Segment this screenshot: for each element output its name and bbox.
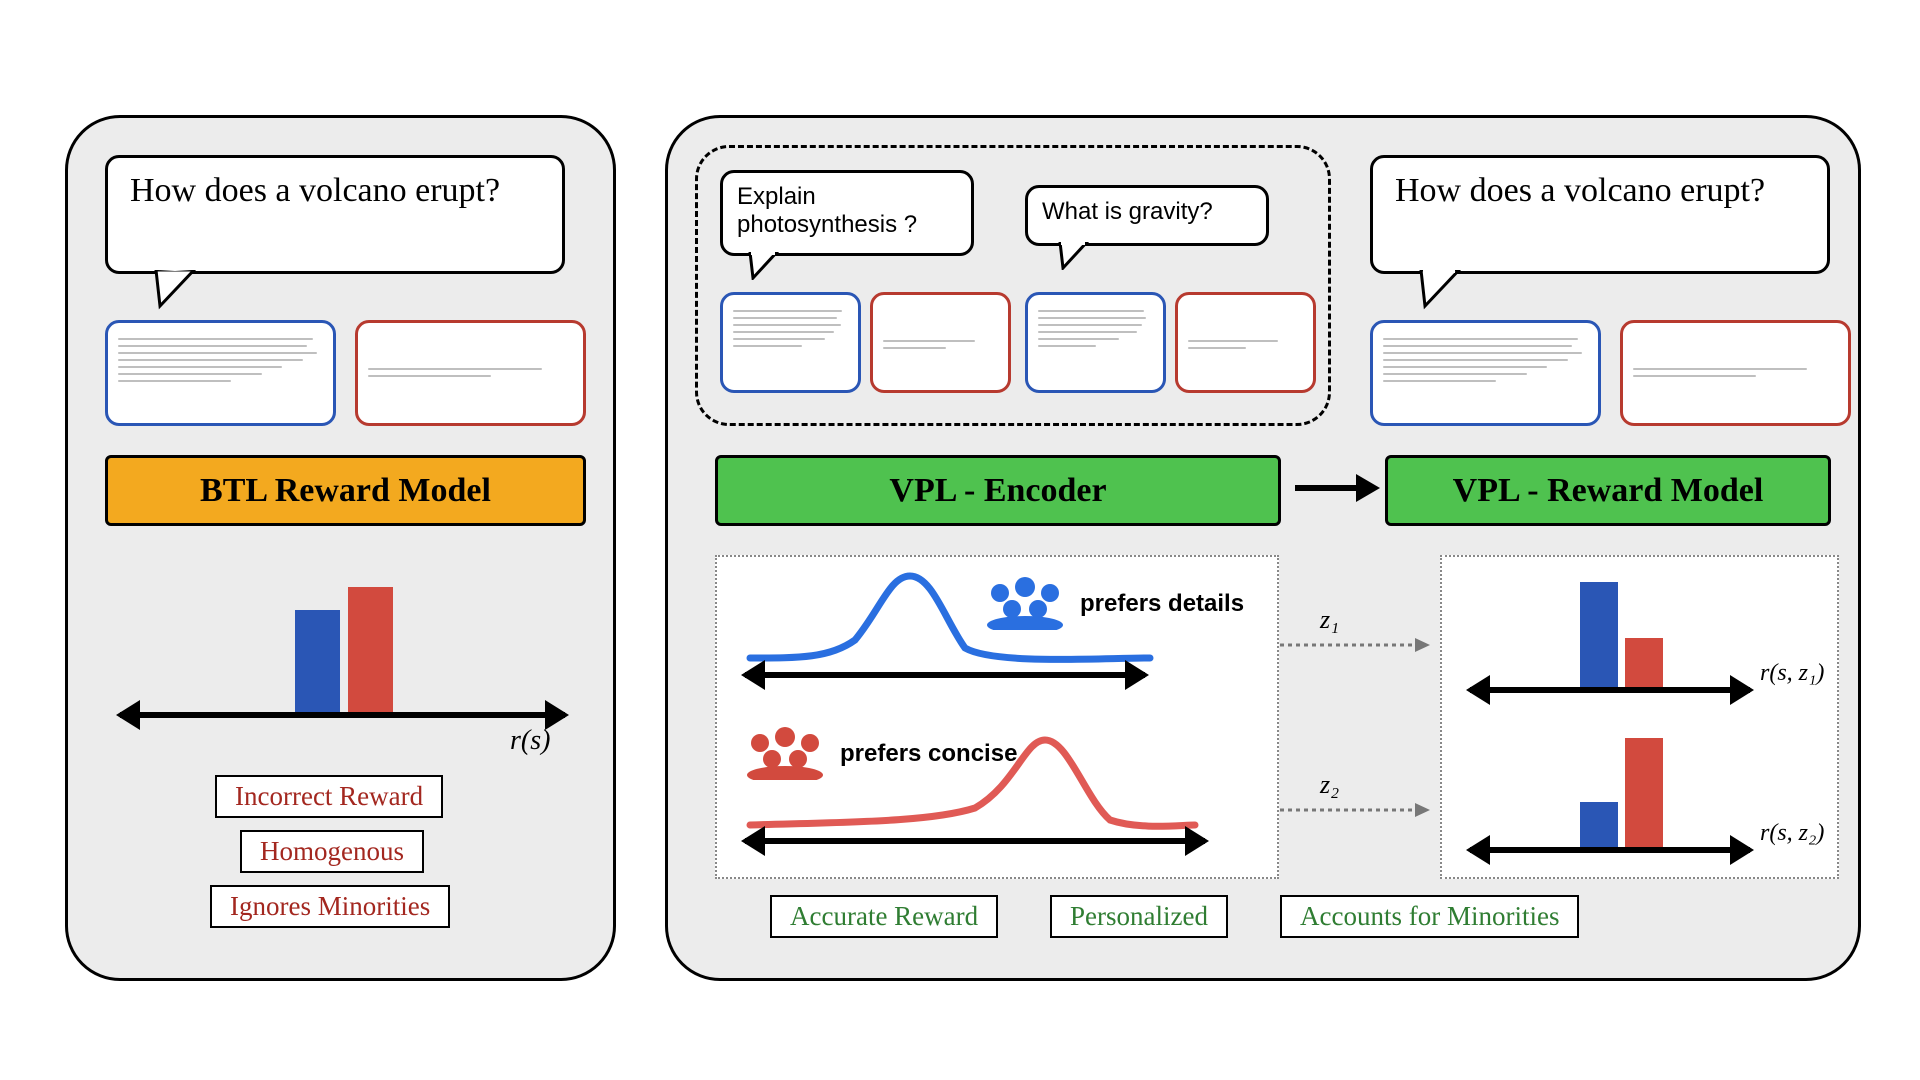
right-response-blue — [1370, 320, 1601, 426]
left-question-bubble: How does a volcano erupt? — [105, 155, 565, 274]
z2-bar-blue — [1580, 802, 1618, 850]
right-question-bubble: How does a volcano erupt? — [1370, 155, 1830, 274]
ctx2-resp-blue — [1025, 292, 1166, 393]
context-q1-tail — [745, 252, 781, 280]
latent-axis-1 — [745, 672, 1145, 678]
r-z1-label: r(s, z₁) — [1760, 660, 1824, 687]
context-q1-text: Explain photosynthesis ? — [737, 183, 917, 238]
crowd-blue-icon — [980, 575, 1070, 630]
context-q1-bubble: Explain photosynthesis ? — [720, 170, 974, 256]
prefers-details-label: prefers details — [1080, 590, 1244, 618]
left-response-red — [355, 320, 586, 426]
z1-axis — [1470, 687, 1750, 693]
left-axis — [120, 712, 565, 718]
right-tag-2: Personalized — [1050, 895, 1228, 938]
right-bubble-tail — [1415, 270, 1465, 310]
vpl-encoder-box: VPL - Encoder — [715, 455, 1281, 526]
left-tag-3: Ignores Minorities — [210, 885, 450, 928]
latent-curve-blue — [740, 570, 1160, 670]
btl-model-label: BTL Reward Model — [200, 472, 491, 510]
latent-curve-red — [740, 730, 1200, 840]
right-question-text: How does a volcano erupt? — [1395, 172, 1765, 209]
left-axis-label: r(s) — [510, 725, 550, 757]
vpl-encoder-label: VPL - Encoder — [889, 472, 1106, 510]
left-tag-1: Incorrect Reward — [215, 775, 443, 818]
z1-arrow-icon — [1280, 635, 1430, 655]
z2-arrow-icon — [1280, 800, 1430, 820]
right-tag-1: Accurate Reward — [770, 895, 998, 938]
z2-bar-chart — [1470, 730, 1750, 850]
z1-bar-blue — [1580, 582, 1618, 690]
left-bar-red — [348, 587, 393, 715]
vpl-reward-box: VPL - Reward Model — [1385, 455, 1831, 526]
latent-axis-2 — [745, 838, 1205, 844]
ctx1-resp-red — [870, 292, 1011, 393]
btl-reward-model-box: BTL Reward Model — [105, 455, 586, 526]
ctx2-resp-red — [1175, 292, 1316, 393]
left-tag-2: Homogenous — [240, 830, 424, 873]
z1-bar-chart — [1470, 570, 1750, 690]
r-z2-label: r(s, z₂) — [1760, 820, 1824, 847]
right-tag-3: Accounts for Minorities — [1280, 895, 1579, 938]
left-bar-blue — [295, 610, 340, 715]
z1-label: z₁ — [1320, 605, 1339, 635]
z2-label: z₂ — [1320, 770, 1339, 800]
context-q2-bubble: What is gravity? — [1025, 185, 1269, 246]
vpl-reward-label: VPL - Reward Model — [1453, 472, 1764, 510]
left-question-text: How does a volcano erupt? — [130, 172, 500, 209]
z2-axis — [1470, 847, 1750, 853]
z1-bar-red — [1625, 638, 1663, 690]
right-response-red — [1620, 320, 1851, 426]
context-q2-tail — [1055, 242, 1091, 270]
left-bubble-tail — [150, 270, 200, 310]
left-bar-chart — [120, 545, 565, 715]
encoder-to-reward-arrow-icon — [1290, 468, 1380, 508]
context-q2-text: What is gravity? — [1042, 198, 1213, 225]
left-response-blue — [105, 320, 336, 426]
ctx1-resp-blue — [720, 292, 861, 393]
z2-bar-red — [1625, 738, 1663, 850]
